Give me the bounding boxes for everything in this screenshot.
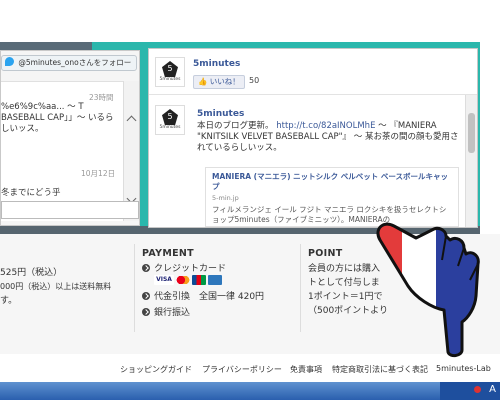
nav-link-disclaimer[interactable]: 免責事項 [290, 364, 322, 375]
nav-link-lab[interactable]: 5minutes-Lab [436, 364, 491, 373]
brand-logo[interactable]: 5 5minutes [155, 57, 185, 87]
jcb-logo [192, 275, 206, 285]
facebook-like-label: いいね！ [209, 77, 240, 86]
bullet-arrow-icon [142, 264, 150, 272]
tweet-time: 10月12日 [81, 169, 116, 178]
bullet-arrow-icon [142, 292, 150, 300]
post-avatar[interactable]: 5 5minutes [155, 105, 185, 135]
facebook-header: 5 5minutes 5minutes 👍 いいね！ 50 [149, 49, 477, 95]
twitter-scrollbar[interactable] [123, 81, 139, 221]
post-author[interactable]: 5minutes [197, 109, 244, 119]
nav-link-commerce-law[interactable]: 特定商取引法に基づく表記 [332, 364, 428, 375]
point-title: POINT [308, 248, 343, 259]
facebook-page-name[interactable]: 5minutes [193, 59, 240, 69]
twitter-timeline[interactable]: 23時間 %e6%9c%aa... ～ T BASEBALL CAP」」～ いる… [1, 81, 123, 221]
facebook-like-button[interactable]: 👍 いいね！ [193, 75, 245, 89]
bullet-arrow-icon [142, 308, 150, 316]
nav-link-shopping-guide[interactable]: ショッピングガイド [120, 364, 192, 375]
card-title[interactable]: MANIERA (マニエラ) ニットシルク ベルベット ベースボールキャップ [212, 172, 452, 192]
point-line: 会員の方には購入 [308, 264, 381, 274]
payment-credit: クレジットカード [142, 262, 226, 276]
nav-link-privacy-policy[interactable]: プライバシーポリシー [202, 364, 282, 375]
credit-card-logos: VISA [154, 275, 224, 285]
tweet-text: 冬までにどう乎 [1, 188, 61, 198]
point-line: トとして付与しま [308, 278, 380, 288]
hand-pointer-cursor-icon [376, 222, 480, 358]
tray-label[interactable]: A [489, 384, 496, 395]
tweet-text: %e6%9c%aa... ～ T BASEBALL CAP」」～ いるらしいッス… [1, 102, 114, 134]
tweet-input[interactable] [1, 201, 139, 219]
post-text: 本日のブログ更新。 http://t.co/82aINOLMhE ～ 『MANI… [197, 121, 463, 154]
taskbar [0, 382, 500, 400]
tray-alert-icon[interactable] [474, 386, 481, 393]
twitter-follow-label: @5minutes_onoさんをフォロー [18, 58, 132, 67]
post-link[interactable]: http://t.co/82aINOLMhE [276, 121, 375, 131]
background-band-gap [480, 42, 500, 230]
payment-cod: 代金引換 全国一律 420円 [142, 290, 264, 304]
twitter-follow-button[interactable]: @5minutes_onoさんをフォロー [1, 55, 137, 71]
twitter-bird-icon [5, 57, 14, 66]
payment-title: PAYMENT [142, 248, 194, 259]
column-divider [300, 244, 301, 332]
scrollbar-thumb[interactable] [468, 113, 475, 153]
amex-logo [208, 275, 222, 285]
facebook-like-count: 50 [249, 76, 260, 85]
visa-logo: VISA [154, 275, 174, 285]
post-intro: 本日のブログ更新。 [197, 121, 274, 131]
top-whitespace [0, 0, 500, 42]
column-divider [134, 244, 135, 332]
twitter-widget: @5minutes_onoさんをフォロー 23時間 %e6%9c%aa... ～… [0, 50, 140, 226]
mastercard-logo [176, 275, 190, 285]
shipping-note-end: す。 [0, 296, 18, 306]
thumbs-up-icon: 👍 [198, 77, 208, 86]
payment-bank: 銀行振込 [142, 306, 190, 320]
shipping-fee: 525円（税込） [0, 268, 63, 278]
shipping-free-note: 000円（税込）以上は送料無料 [0, 282, 112, 291]
chevron-up-icon[interactable] [126, 115, 137, 126]
